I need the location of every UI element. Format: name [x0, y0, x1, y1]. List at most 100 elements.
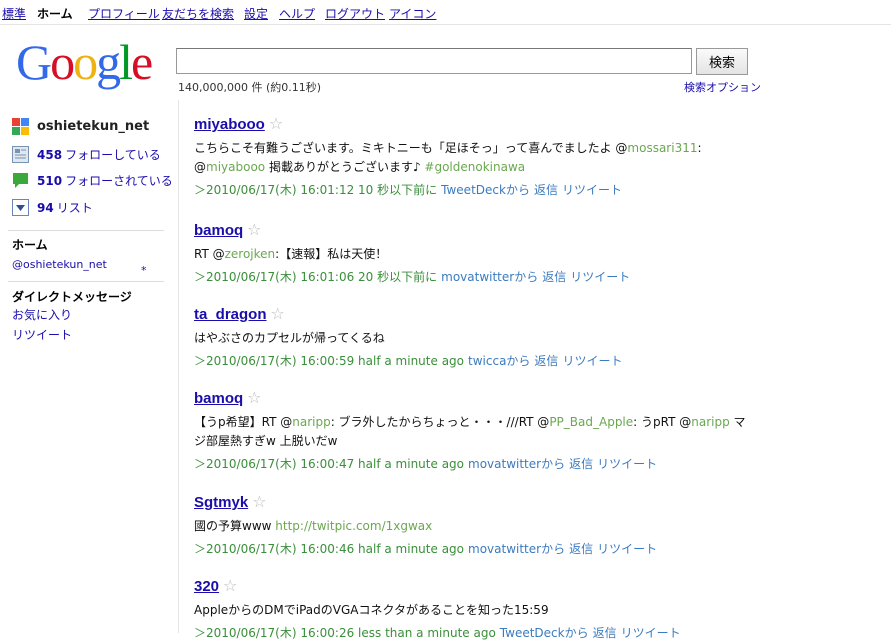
following-label: フォローしている	[65, 148, 161, 162]
star-icon[interactable]: ☆	[271, 304, 285, 323]
tweet-username[interactable]: ta_dragon	[194, 306, 267, 323]
tweet-mention-link[interactable]: naripp	[292, 415, 330, 429]
tweet-source-link[interactable]: movatwitterから	[441, 270, 538, 284]
reply-link[interactable]: 返信	[542, 270, 566, 284]
google-logo[interactable]: Google	[16, 34, 153, 90]
tweet-username[interactable]: Sgtmyk	[194, 494, 248, 511]
reply-link[interactable]: 返信	[534, 354, 558, 368]
retweet-link[interactable]: リツイート	[597, 542, 657, 556]
tweet-timestamp[interactable]: ＞2010/06/17(木) 16:01:06 20 秒以下前に	[194, 270, 437, 284]
nav-logout[interactable]: ログアウト	[325, 5, 385, 22]
tweet-username[interactable]: bamoq	[194, 222, 243, 239]
tweet-username[interactable]: 320	[194, 578, 219, 595]
sidebar: oshietekun_net 458 フォローしている 510 フォローされてい…	[0, 100, 179, 633]
nav-settings[interactable]: 設定	[244, 5, 268, 22]
search-button[interactable]: 検索	[696, 48, 748, 75]
dropdown-icon	[12, 199, 29, 216]
nav-help[interactable]: ヘルプ	[279, 5, 315, 22]
search-options-link[interactable]: 検索オプション	[684, 79, 761, 95]
tweet-source-link[interactable]: TweetDeckから	[441, 183, 530, 197]
tweet-source-link[interactable]: movatwitterから	[468, 542, 565, 556]
nav-profile[interactable]: プロフィール	[88, 5, 160, 22]
retweet-link[interactable]: リツイート	[597, 457, 657, 471]
star-icon[interactable]: ☆	[252, 492, 266, 511]
tweet-text-segment: : ブラ外したからちょっと・・・///RT @	[330, 415, 550, 429]
star-icon[interactable]: ☆	[247, 220, 261, 239]
tweet-timestamp[interactable]: ＞2010/06/17(木) 16:00:46 half a minute ag…	[194, 542, 464, 556]
nav-home[interactable]: ホーム	[37, 5, 73, 22]
sidebar-retweets[interactable]: リツイート	[12, 326, 72, 343]
tweet-mention-link[interactable]: #goldenokinawa	[424, 160, 525, 174]
tweet-username[interactable]: miyabooo	[194, 116, 265, 133]
star-icon[interactable]: ☆	[269, 114, 283, 133]
tweet-text: RT @zerojken:【速報】私は天使！	[194, 245, 754, 264]
tweet-mention-link[interactable]: zerojken	[225, 247, 276, 261]
following-icon	[12, 146, 29, 163]
tweet-timestamp[interactable]: ＞2010/06/17(木) 16:01:12 10 秒以下前に	[194, 183, 437, 197]
tweet-text-segment: 【うp希望】RT @	[194, 415, 293, 429]
retweet-link[interactable]: リツイート	[562, 183, 622, 197]
star-icon[interactable]: ☆	[247, 388, 261, 407]
tweet: bamoq ☆ 【うp希望】RT @naripp: ブラ外したからちょっと・・・//…	[194, 388, 754, 472]
tweet-meta: ＞2010/06/17(木) 16:01:06 20 秒以下前に movatwit…	[194, 268, 754, 285]
retweet-link[interactable]: リツイート	[570, 270, 630, 284]
tweet: miyabooo ☆ こちらこそ有難うございます。ミキトニーも「足ほそっ」って喜んで…	[194, 114, 754, 198]
tweet-text-segment: RT @	[194, 247, 225, 261]
reply-link[interactable]: 返信	[593, 626, 617, 640]
tweet: ta_dragon ☆ はやぶさのカプセルが帰ってくるね ＞2010/06/17(木)…	[194, 304, 754, 369]
followers-label: フォローされている	[65, 174, 173, 188]
avatar-icon	[12, 118, 29, 135]
reply-link[interactable]: 返信	[569, 542, 593, 556]
tweet-source-link[interactable]: movatwitterから	[468, 457, 565, 471]
sidebar-dm-heading[interactable]: ダイレクトメッセージ	[12, 288, 132, 305]
tweet-mention-link[interactable]: http://twitpic.com/1xgwax	[275, 519, 432, 533]
logo-letter: g	[96, 34, 121, 90]
tweet-timestamp[interactable]: ＞2010/06/17(木) 16:00:47 half a minute ag…	[194, 457, 464, 471]
tweet-timestamp[interactable]: ＞2010/06/17(木) 16:00:26 less than a minu…	[194, 626, 496, 640]
following-count: 458	[37, 147, 63, 162]
nav-icon[interactable]: アイコン	[389, 5, 436, 22]
lists-count: 94	[37, 200, 54, 215]
sidebar-home-heading[interactable]: ホーム	[12, 236, 48, 253]
chat-bubble-icon	[12, 172, 29, 189]
profile-row[interactable]: oshietekun_net	[12, 118, 149, 135]
tweet-source-link[interactable]: twiccaから	[468, 354, 530, 368]
tweet-text-segment: : うpRT @	[633, 415, 692, 429]
tweet-mention-link[interactable]: naripp	[691, 415, 729, 429]
tweet-text: 【うp希望】RT @naripp: ブラ外したからちょっと・・・///RT @P…	[194, 413, 754, 451]
search-input[interactable]	[176, 48, 692, 74]
tweet-text: AppleからのDMでiPadのVGAコネクタがあることを知った15:59	[194, 601, 754, 620]
sidebar-divider-2	[8, 281, 164, 282]
sidebar-home-user[interactable]: @oshietekun_net	[12, 258, 107, 271]
following-row[interactable]: 458 フォローしている	[12, 146, 161, 163]
tweet-text: 國の予算www http://twitpic.com/1xgwax	[194, 517, 754, 536]
logo-letter: G	[16, 34, 52, 90]
retweet-link[interactable]: リツイート	[562, 354, 622, 368]
tweet-text-segment: 掲載ありがとうございます♪	[265, 160, 425, 174]
tweet-mention-link[interactable]: mossari311	[627, 141, 697, 155]
followers-count: 510	[37, 173, 63, 188]
tweet-username[interactable]: bamoq	[194, 390, 243, 407]
tweet: Sgtmyk ☆ 國の予算www http://twitpic.com/1xgwax…	[194, 492, 754, 557]
lists-row[interactable]: 94 リスト	[12, 199, 93, 216]
sidebar-favorites[interactable]: お気に入り	[12, 306, 72, 323]
star-icon[interactable]: ☆	[223, 576, 237, 595]
tweet-source-link[interactable]: TweetDeckから	[500, 626, 589, 640]
sidebar-divider	[8, 230, 164, 231]
reply-link[interactable]: 返信	[534, 183, 558, 197]
tweet-timestamp[interactable]: ＞2010/06/17(木) 16:00:59 half a minute ag…	[194, 354, 464, 368]
logo-letter: e	[131, 34, 153, 90]
tweet-meta: ＞2010/06/17(木) 16:00:47 half a minute ag…	[194, 455, 754, 472]
tweet-mention-link[interactable]: PP_Bad_Apple	[549, 415, 633, 429]
nav-standard[interactable]: 標準	[2, 5, 26, 22]
tweet-text-segment: 國の予算www	[194, 519, 276, 533]
tweet-text: こちらこそ有難うございます。ミキトニーも「足ほそっ」って喜んでましたよ @mos…	[194, 139, 754, 177]
reply-link[interactable]: 返信	[569, 457, 593, 471]
tweet-meta: ＞2010/06/17(木) 16:01:12 10 秒以下前に TweetDec…	[194, 181, 754, 198]
retweet-link[interactable]: リツイート	[621, 626, 681, 640]
tweet-text-segment: :【速報】私は天使！	[275, 247, 388, 261]
followers-row[interactable]: 510 フォローされている	[12, 172, 173, 189]
nav-find-friends[interactable]: 友だちを検索	[162, 5, 234, 22]
tweet: bamoq ☆ RT @zerojken:【速報】私は天使！ ＞2010/06/17(…	[194, 220, 754, 285]
tweet-mention-link[interactable]: miyabooo	[206, 160, 265, 174]
